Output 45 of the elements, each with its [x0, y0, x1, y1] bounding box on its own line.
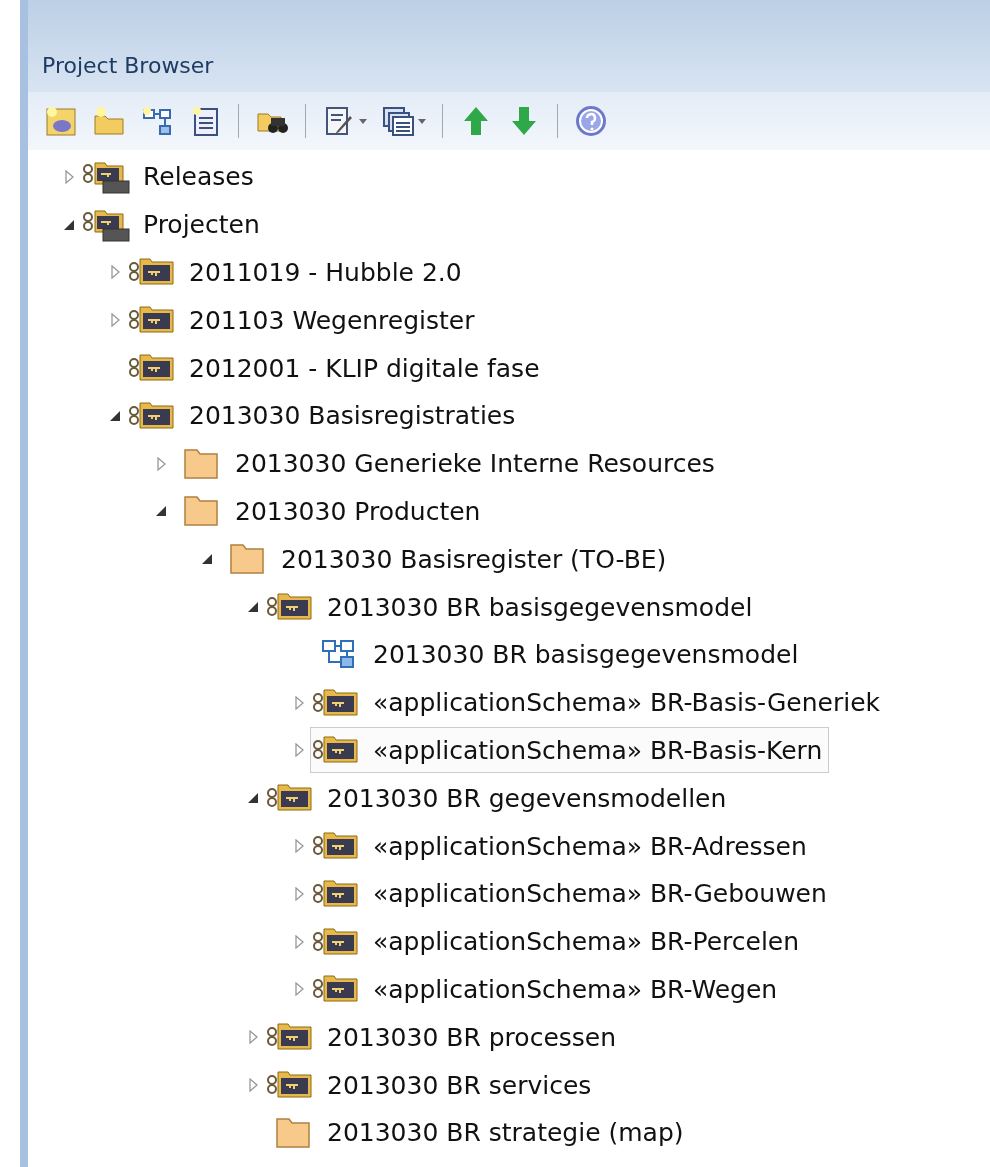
tree-item[interactable]: 2013030 Generieke Interne Resources: [172, 440, 722, 487]
tree-item[interactable]: 2011019 - Hubble 2.0: [126, 249, 469, 296]
collapsed-arrow-icon[interactable]: [294, 743, 304, 758]
tree-item[interactable]: 201103 Wegenregister: [126, 297, 482, 344]
tree-item[interactable]: 2013030 BR basisgegevensmodel: [264, 584, 760, 631]
expanded-arrow-icon[interactable]: [248, 602, 258, 613]
tree-item[interactable]: 2012001 - KLIP digitale fase: [126, 345, 547, 392]
expanded-arrow-icon[interactable]: [156, 506, 166, 517]
tree-item[interactable]: 2013030 Basisregister (TO-BE): [218, 536, 674, 583]
tree-item[interactable]: «applicationSchema» BR-Percelen: [310, 918, 807, 965]
collapsed-arrow-icon[interactable]: [110, 313, 120, 328]
tree-item[interactable]: «applicationSchema» BR-Basis-Generiek: [310, 679, 888, 726]
help-icon: [574, 104, 608, 138]
collapsed-arrow-icon[interactable]: [294, 886, 304, 901]
collapsed-arrow-icon[interactable]: [294, 839, 304, 854]
collapsed-arrow-icon[interactable]: [248, 1078, 258, 1093]
collapsed-arrow-icon[interactable]: [294, 934, 304, 949]
windows-icon: [381, 104, 415, 138]
folder-icon: [92, 104, 126, 138]
diagram-icon: [140, 104, 174, 138]
tree-item[interactable]: Releases: [80, 153, 261, 200]
model-icon: [44, 104, 78, 138]
tree-item[interactable]: 2013030 BR gegevensmodellen: [264, 775, 734, 822]
tree-item[interactable]: «applicationSchema» BR-Adressen: [310, 823, 814, 870]
tree-item[interactable]: «applicationSchema» BR-Gebouwen: [310, 870, 834, 917]
tree-item[interactable]: 2013030 BR processen: [264, 1014, 624, 1061]
collapsed-arrow-icon[interactable]: [294, 982, 304, 997]
expanded-arrow-icon[interactable]: [110, 410, 120, 421]
collapsed-arrow-icon[interactable]: [156, 456, 166, 471]
collapsed-arrow-icon[interactable]: [110, 265, 120, 280]
expanded-arrow-icon[interactable]: [64, 219, 74, 230]
tree-item[interactable]: 2013030 BR basisgegevensmodel: [310, 631, 806, 678]
tree-item[interactable]: 2013030 Producten: [172, 488, 488, 535]
tree-item[interactable]: «applicationSchema» BR-Wegen: [310, 966, 785, 1013]
expanded-arrow-icon[interactable]: [248, 793, 258, 804]
tree-item[interactable]: 2013030 Basisregistraties: [126, 392, 523, 439]
collapsed-arrow-icon[interactable]: [248, 1030, 258, 1045]
panel-title: Project Browser: [42, 53, 214, 78]
collapsed-arrow-icon[interactable]: [294, 695, 304, 710]
collapsed-arrow-icon[interactable]: [64, 169, 74, 184]
expanded-arrow-icon[interactable]: [202, 554, 212, 565]
tree-item[interactable]: 2013030 BR services: [264, 1062, 599, 1109]
tree-item[interactable]: Projecten: [80, 201, 267, 248]
tree-item[interactable]: «applicationSchema» BR-Basis-Kern: [310, 727, 830, 774]
tree-item[interactable]: 2013030 BR strategie (map): [264, 1109, 691, 1156]
